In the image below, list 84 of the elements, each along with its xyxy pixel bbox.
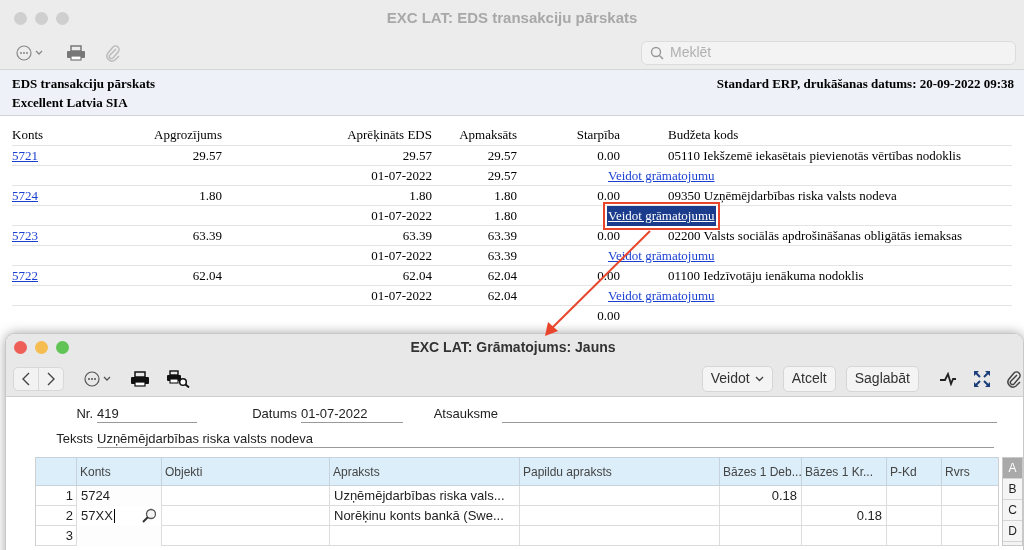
chevron-down-icon — [754, 375, 764, 382]
column-header: Rvrs — [941, 458, 998, 485]
column-header: Starpība — [575, 126, 620, 145]
table-cell-text: 62.04 — [401, 267, 432, 285]
column-header: Apgrozījums — [153, 126, 222, 145]
table-cell-text: 62.04 — [486, 287, 517, 305]
expand-icon[interactable] — [973, 369, 991, 388]
table-cell-text: 63.39 — [486, 227, 517, 245]
table-cell-text: 0.18 — [771, 487, 797, 505]
table-cell-text: 1.80 — [493, 207, 517, 225]
table-cell-text: 01-07-2022 — [370, 167, 432, 185]
report-title: EDS transakciju pārskats — [12, 75, 156, 93]
table-cell-text: 09350 Uzņēmējdarbības riska valsts nodeva — [667, 187, 898, 205]
column-header: Papildu apraksts — [519, 458, 719, 485]
create-entry-link[interactable]: Veidot grāmatojumu — [607, 286, 716, 306]
grid-cell[interactable]: 5724 — [76, 486, 161, 506]
search-field[interactable]: Meklēt — [641, 40, 1016, 65]
table-cell-text: Norēķinu konts bankā (Swe... — [334, 507, 504, 525]
input-field[interactable]: 419 — [97, 405, 197, 423]
table-cell-text: 01-07-2022 — [370, 247, 432, 265]
account-link[interactable]: 5722 — [12, 266, 76, 286]
account-link[interactable]: 5723 — [12, 226, 76, 246]
activity-icon[interactable] — [939, 371, 957, 386]
attachment-icon[interactable] — [1007, 369, 1021, 388]
toolbar-button[interactable]: Saglabāt — [845, 365, 919, 392]
table-cell-text: 62.04 — [191, 267, 222, 285]
table-cell-text: 29.57 — [191, 147, 222, 165]
dropdown-button[interactable]: Veidot — [701, 365, 773, 392]
table-cell-text: 1.80 — [493, 187, 517, 205]
table-cell-text: Uzņēmējdarbības riska vals... — [334, 487, 505, 505]
table-cell-text: 0.00 — [596, 227, 620, 245]
account-link[interactable]: 5721 — [12, 146, 76, 166]
input-field[interactable]: 01-07-2022 — [301, 405, 403, 423]
input-field[interactable]: 57XX — [81, 506, 115, 526]
table-cell-text: 29.57 — [401, 147, 432, 165]
column-header: Objekti — [161, 458, 329, 485]
table-cell-text: 0.18 — [856, 507, 882, 525]
table-cell-text: 01-07-2022 — [370, 207, 432, 225]
table-cell-text: 0.00 — [596, 147, 620, 165]
column-header: Apraksts — [329, 458, 519, 485]
row-number: 1 — [64, 487, 74, 505]
column-header: Apmaksāts — [458, 126, 517, 145]
table-cell-text: 1.80 — [408, 187, 432, 205]
table-cell-text: 1.80 — [198, 187, 222, 205]
row-number: 3 — [64, 527, 74, 545]
column-header: Bāzes 1 Deb... — [719, 458, 801, 485]
column-header: Konts — [12, 126, 45, 145]
field-label: Teksts — [55, 429, 93, 448]
create-entry-link[interactable]: Veidot grāmatojumu — [607, 166, 716, 186]
print-icon[interactable] — [130, 370, 150, 387]
account-link[interactable]: 5724 — [12, 186, 76, 206]
search-icon[interactable] — [141, 507, 157, 524]
window-title: EXC LAT: Grāmatojums: Jauns — [410, 338, 616, 357]
grid-cell[interactable]: 57XX — [76, 506, 161, 526]
column-header: Bāzes 1 Kr... — [801, 458, 886, 485]
field-label: Datums — [251, 404, 297, 423]
company-name: Excellent Latvia SIA — [12, 94, 129, 112]
table-cell-text: 29.57 — [486, 147, 517, 165]
column-header: Budžeta kods — [667, 126, 740, 145]
input-field[interactable]: Uzņēmējdarbības riska valsts nodeva — [97, 430, 994, 448]
close-button[interactable] — [14, 341, 27, 354]
print-info: Standard ERP, drukāšanas datums: 20-09-2022 09:38 — [716, 75, 1014, 93]
toolbar-button[interactable]: Atcelt — [782, 365, 836, 392]
table-cell-text: 0.00 — [596, 307, 620, 325]
field-label: Atsauksme — [432, 404, 498, 423]
column-header: P-Kd — [886, 458, 941, 485]
field-label: Nr. — [75, 404, 93, 423]
table-cell-text: 01100 Iedzīvotāju ienākuma nodoklis — [667, 267, 865, 285]
table-cell-text: 01-07-2022 — [370, 287, 432, 305]
table-cell-text: 62.04 — [486, 267, 517, 285]
print-preview-icon[interactable] — [166, 369, 190, 388]
table-cell-text: 0.00 — [596, 187, 620, 205]
column-header: Aprēķināts EDS — [346, 126, 432, 145]
table-cell-text: 63.39 — [401, 227, 432, 245]
row-number: 2 — [64, 507, 74, 525]
table-cell-text: 29.57 — [486, 167, 517, 185]
table-cell-text: 05110 Iekšzemē iekasētais pievienotās vērtības nodoklis — [667, 147, 963, 165]
table-cell-text: 63.39 — [191, 227, 222, 245]
column-header: Konts — [76, 458, 161, 485]
window-title: EXC LAT: EDS transakciju pārskats — [386, 7, 638, 28]
table-cell-text: 63.39 — [486, 247, 517, 265]
table-cell-text: 5724 — [81, 487, 110, 505]
search-icon — [650, 45, 664, 60]
table-cell-text: 02200 Valsts sociālās apdrošināšanas obligātās iemaksas — [667, 227, 963, 245]
